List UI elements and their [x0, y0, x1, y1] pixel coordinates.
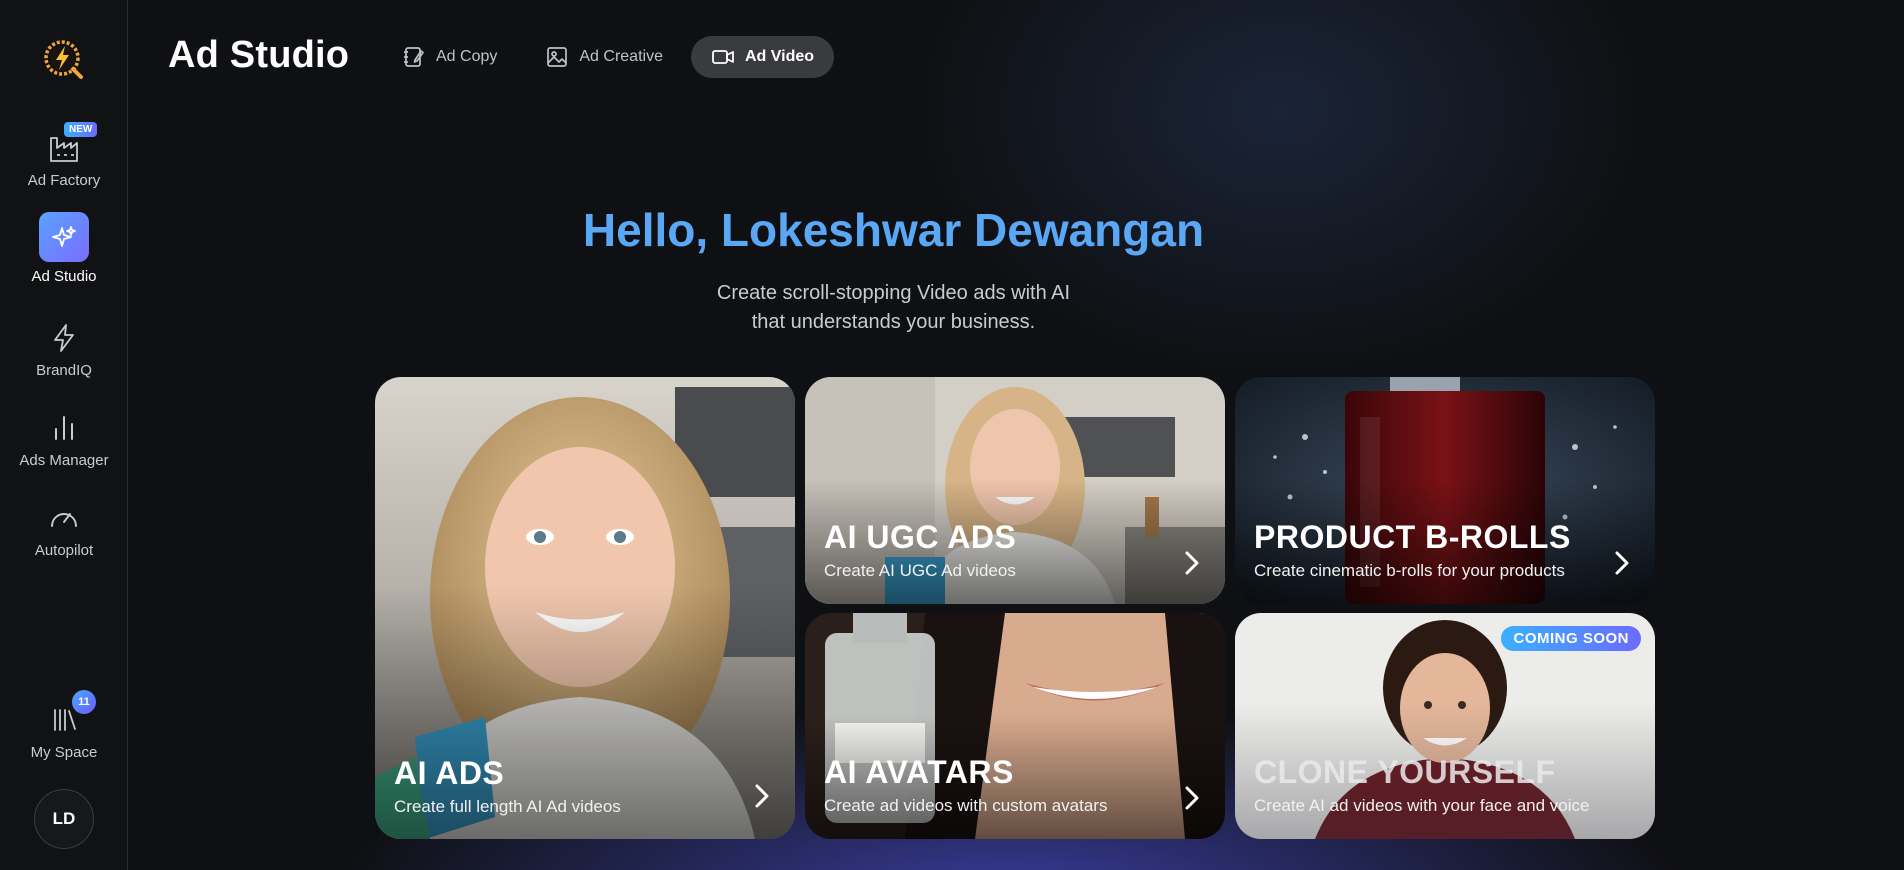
tab-label: Ad Copy	[436, 48, 498, 65]
sidebar-item-ads-manager[interactable]: Ads Manager	[0, 410, 128, 469]
sidebar: NEW Ad Factory Ad Studio BrandIQ Ads Man…	[0, 0, 128, 870]
page-title: Ad Studio	[168, 34, 350, 76]
sidebar-item-autopilot[interactable]: Autopilot	[0, 500, 128, 559]
card-title: PRODUCT B-ROLLS	[1254, 519, 1571, 555]
chevron-right-icon	[1185, 786, 1199, 810]
sidebar-item-ad-factory[interactable]: NEW Ad Factory	[0, 122, 128, 189]
sidebar-item-label: Ads Manager	[19, 452, 109, 469]
sidebar-item-my-space[interactable]: 11 My Space	[0, 690, 128, 761]
image-icon	[547, 47, 568, 67]
sidebar-item-label: My Space	[30, 744, 98, 761]
sidebar-item-label: Ad Factory	[27, 172, 101, 189]
card-title: AI UGC ADS	[824, 519, 1017, 555]
hero-subtitle: Create scroll-stopping Video ads with AI…	[128, 279, 1904, 337]
chevron-right-icon	[755, 784, 769, 808]
user-avatar[interactable]: LD	[34, 789, 94, 849]
card-title: AI AVATARS	[824, 754, 1014, 790]
card-description: Create cinematic b-rolls for your produc…	[1254, 561, 1565, 580]
greeting-wrap: Hello, Lokeshwar Dewangan	[128, 203, 1904, 257]
card-description: Create ad videos with custom avatars	[824, 796, 1108, 815]
hero-subtitle-line1: Create scroll-stopping Video ads with AI	[716, 282, 1071, 304]
coming-soon-badge: COMING SOON	[1501, 626, 1641, 651]
chevron-right-icon	[1185, 551, 1199, 575]
card-ai-ugc-ads[interactable]: AI UGC ADS Create AI UGC Ad videos	[805, 377, 1225, 604]
sidebar-item-ad-studio[interactable]: Ad Studio	[0, 212, 128, 285]
card-product-b-rolls[interactable]: PRODUCT B-ROLLS Create cinematic b-rolls…	[1235, 377, 1655, 604]
app-logo-icon[interactable]	[40, 36, 88, 84]
card-ai-avatars[interactable]: AI AVATARS Create ad videos with custom …	[805, 613, 1225, 839]
card-description: Create AI ad videos with your face and v…	[1254, 796, 1590, 815]
card-clone-yourself[interactable]: COMING SOON CLONE YOURSELF Create AI ad …	[1235, 613, 1655, 839]
active-indicator	[39, 212, 89, 262]
tab-ad-video[interactable]: Ad Video	[690, 36, 835, 78]
greeting-heading: Hello, Lokeshwar Dewangan	[582, 204, 1205, 256]
card-ai-ads[interactable]: AI ADS Create full length AI Ad videos	[375, 377, 795, 839]
tab-ad-copy[interactable]: Ad Copy	[382, 36, 517, 78]
card-description: Create AI UGC Ad videos	[824, 561, 1016, 580]
new-badge: NEW	[64, 122, 98, 137]
bar-chart-icon	[55, 416, 73, 440]
notebook-pen-icon	[404, 47, 424, 67]
hero-subtitle-line2: that understands your business.	[751, 311, 1036, 333]
sparkle-icon	[52, 226, 76, 247]
card-title: CLONE YOURSELF	[1254, 754, 1556, 790]
tab-label: Ad Creative	[579, 48, 663, 65]
tab-bar: Ad Copy Ad Creative Ad Video	[382, 36, 835, 78]
video-camera-icon	[712, 50, 734, 64]
card-title: AI ADS	[394, 755, 505, 791]
chevron-right-icon	[1615, 551, 1629, 575]
sidebar-item-label: Autopilot	[34, 542, 94, 559]
gauge-icon	[51, 513, 77, 527]
notification-count-badge: 11	[72, 690, 96, 714]
tab-label: Ad Video	[744, 48, 815, 65]
tab-ad-creative[interactable]: Ad Creative	[525, 36, 683, 78]
card-description: Create full length AI Ad videos	[394, 797, 621, 816]
sidebar-item-label: BrandIQ	[36, 362, 92, 379]
